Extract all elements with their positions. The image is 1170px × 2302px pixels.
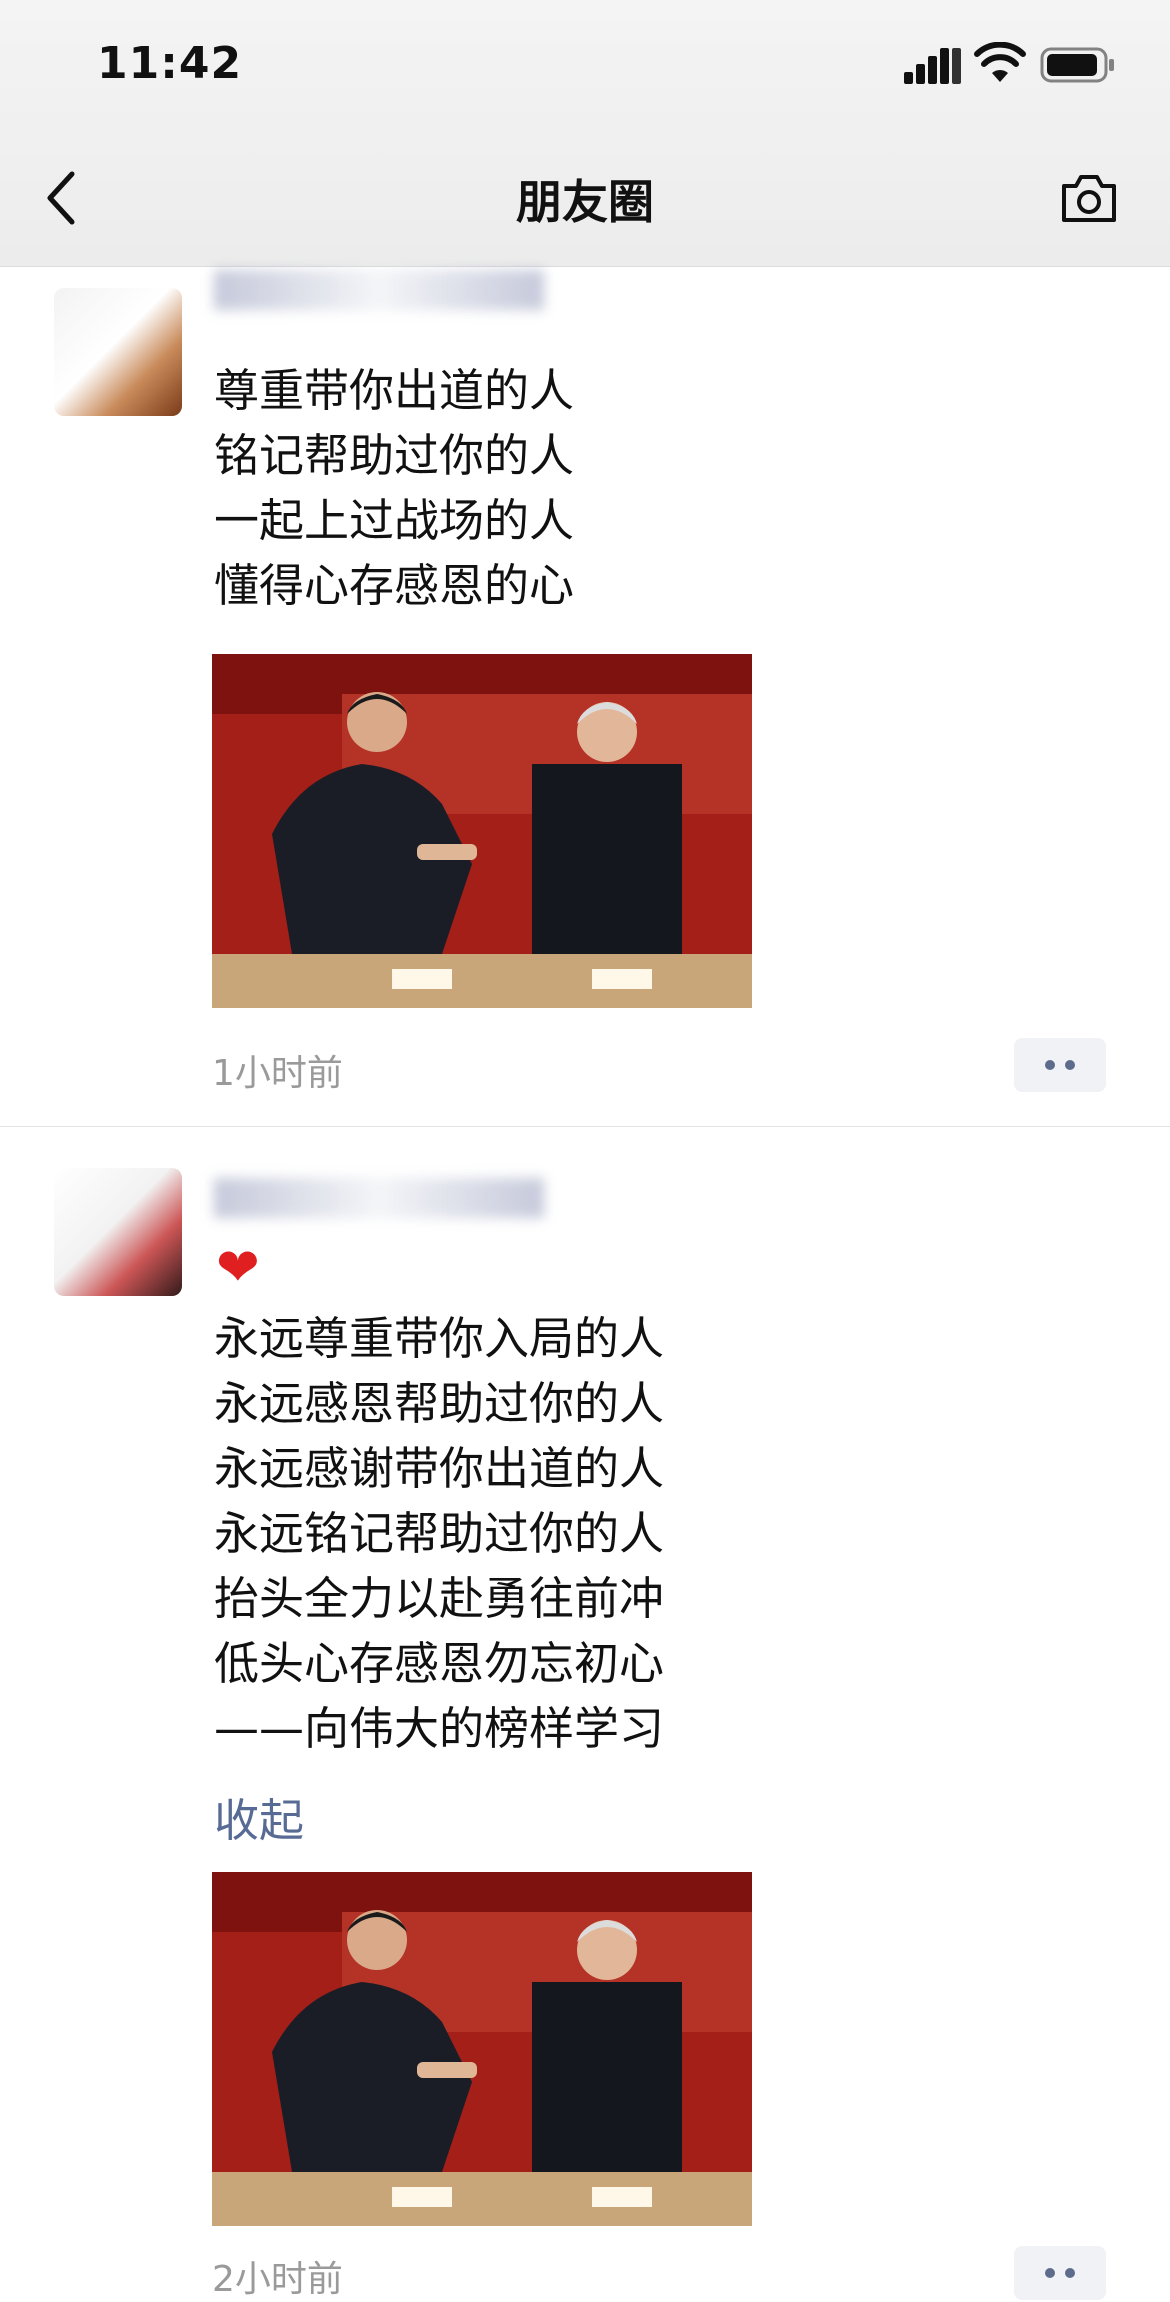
post-text-line: 永远尊重带你入局的人 <box>214 1312 665 1365</box>
camera-icon[interactable] <box>1058 168 1120 228</box>
post-text-line: 懂得心存感恩的心 <box>214 559 575 612</box>
author-name-redacted[interactable] <box>214 1178 544 1218</box>
post-time: 2小时前 <box>212 2259 343 2300</box>
post-text-line: 抬头全力以赴勇往前冲 <box>214 1572 665 1625</box>
post-text-line: 一起上过战场的人 <box>214 494 575 547</box>
dot-icon <box>1045 1060 1055 1070</box>
post-photo[interactable] <box>212 654 752 1008</box>
status-time: 11:42 <box>97 38 243 89</box>
cellular-signal-icon <box>904 48 961 84</box>
more-actions-button[interactable] <box>1014 1038 1106 1092</box>
post-text-line: 尊重带你出道的人 <box>214 364 575 417</box>
dot-icon <box>1065 2268 1075 2278</box>
more-actions-button[interactable] <box>1014 2246 1106 2300</box>
collapse-link[interactable]: 收起 <box>214 1784 304 1849</box>
wifi-icon <box>974 42 1026 82</box>
avatar[interactable] <box>54 288 182 416</box>
top-bar: 11:42 朋友圈 <box>0 0 1170 267</box>
battery-icon <box>1040 47 1114 83</box>
divider <box>0 1126 1170 1127</box>
page-title: 朋友圈 <box>516 175 654 229</box>
post-text-line: 永远铭记帮助过你的人 <box>214 1507 665 1560</box>
author-name-redacted[interactable] <box>214 270 544 310</box>
dot-icon <box>1045 2268 1055 2278</box>
post-text-line: ——向伟大的榜样学习 <box>214 1702 665 1755</box>
post-text-line: 永远感谢带你出道的人 <box>214 1442 665 1495</box>
post-text-line: 低头心存感恩勿忘初心 <box>214 1637 665 1690</box>
heart-emoji: ❤ <box>216 1238 260 1298</box>
post-time: 1小时前 <box>212 1053 343 1094</box>
post-photo[interactable] <box>212 1872 752 2226</box>
avatar[interactable] <box>54 1168 182 1296</box>
post-text-line: 永远感恩帮助过你的人 <box>214 1377 665 1430</box>
post-text-line: 铭记帮助过你的人 <box>214 429 575 482</box>
dot-icon <box>1065 1060 1075 1070</box>
